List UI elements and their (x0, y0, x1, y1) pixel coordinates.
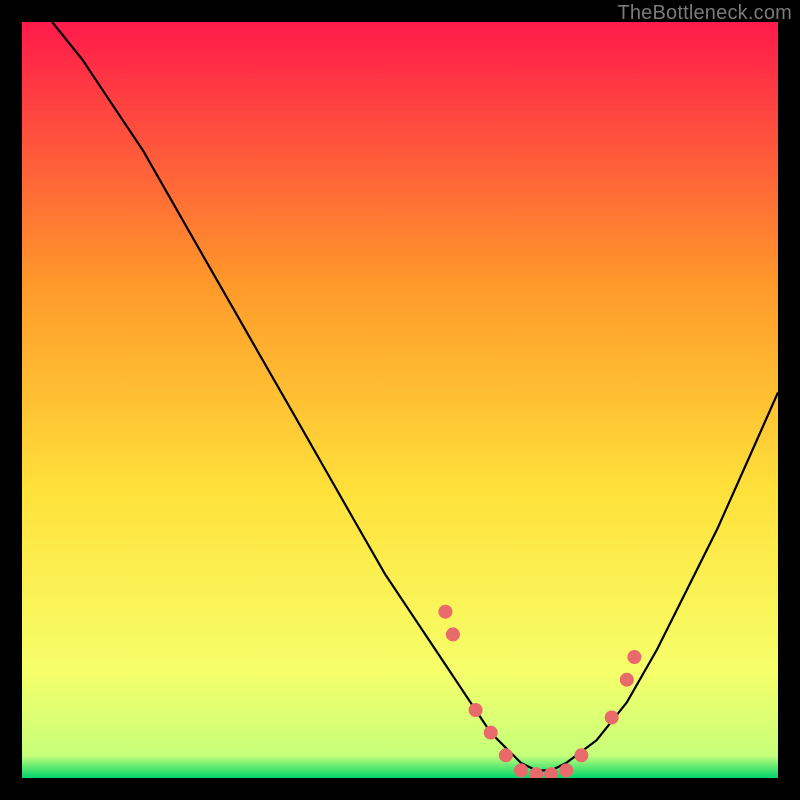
bottleneck-chart (22, 22, 778, 778)
watermark-text: TheBottleneck.com (617, 2, 792, 25)
data-point (469, 703, 483, 717)
data-point (446, 627, 460, 641)
data-point (484, 726, 498, 740)
gradient-background (22, 22, 778, 778)
data-point (627, 650, 641, 664)
data-point (605, 711, 619, 725)
data-point (574, 748, 588, 762)
data-point (620, 673, 634, 687)
data-point (438, 605, 452, 619)
chart-frame (22, 22, 778, 778)
data-point (499, 748, 513, 762)
data-point (559, 763, 573, 777)
data-point (514, 763, 528, 777)
